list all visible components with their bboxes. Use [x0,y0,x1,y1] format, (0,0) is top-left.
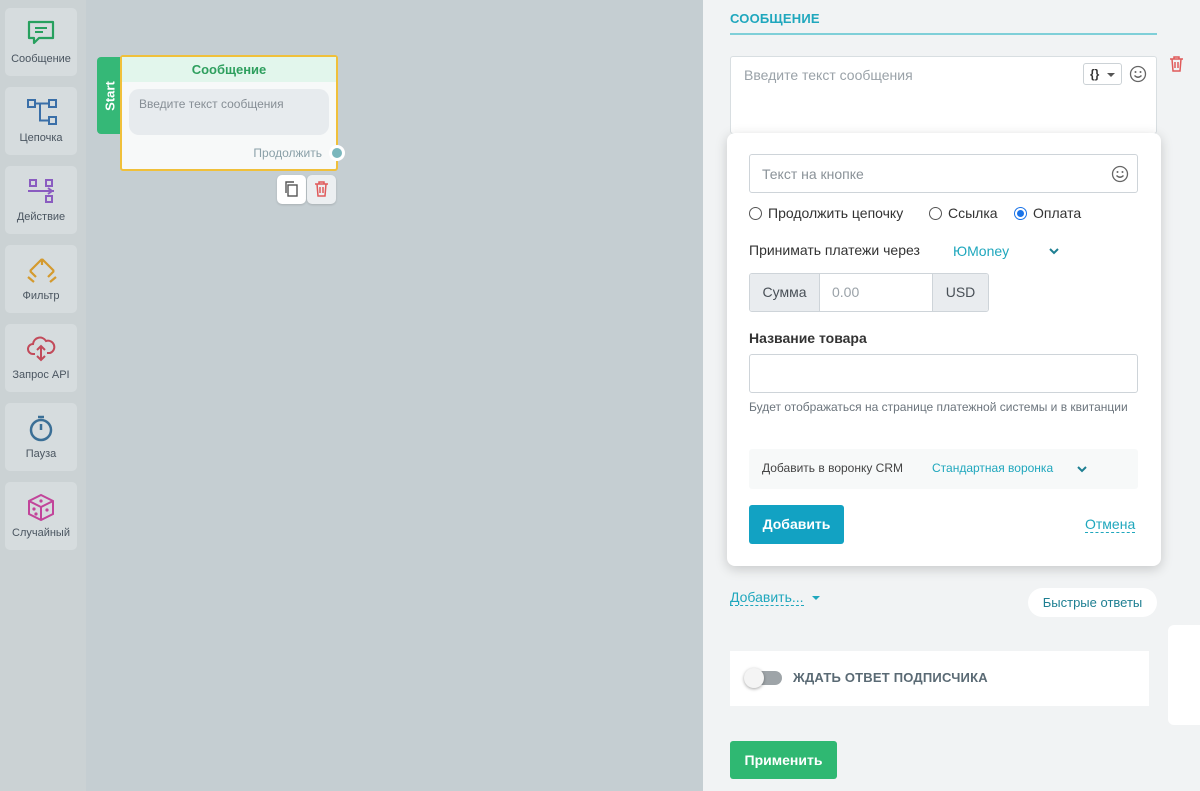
amount-input-group: Сумма 0.00 USD [749,273,989,312]
node-output-connector[interactable] [329,145,345,161]
toolbar-item-label: Цепочка [19,132,63,144]
cancel-link[interactable]: Отмена [1085,516,1136,533]
side-panel-edge [1168,625,1200,725]
button-text-placeholder: Текст на кнопке [762,166,864,182]
api-cloud-icon [27,336,56,362]
insert-variable-button[interactable]: {} [1083,63,1122,85]
toolbar-item-label: Пауза [25,448,57,460]
product-name-help: Будет отображаться на странице платежной… [749,400,1128,414]
crm-funnel-row: Добавить в воронку CRM Стандартная ворон… [749,449,1138,489]
action-icon [28,179,54,203]
toolbar-item-chain[interactable]: Цепочка [5,87,77,155]
button-text-input[interactable]: Текст на кнопке [749,154,1138,193]
product-name-input[interactable] [749,354,1138,393]
message-node[interactable]: Сообщение Введите текст сообщения Продол… [120,55,345,171]
message-icon [27,20,55,45]
radio-circle[interactable] [749,207,762,220]
wait-reply-label: ЖДАТЬ ОТВЕТ ПОДПИСЧИКА [793,670,988,685]
product-name-label: Название товара [749,330,867,346]
message-textarea[interactable]: Введите текст сообщения {} [730,56,1157,134]
toolbar-item-random[interactable]: Случайный [5,482,77,550]
toolbar-item-label: Сообщение [11,53,71,65]
radio-circle-selected[interactable] [1014,207,1027,220]
amount-input[interactable]: 0.00 [820,274,933,311]
payment-provider-select[interactable]: ЮMoney [953,243,1009,259]
currency-label: USD [932,274,988,311]
add-button[interactable]: Добавить [749,505,844,544]
chevron-down-icon[interactable] [1048,247,1060,255]
toolbar-item-action[interactable]: Действие [5,166,77,234]
radio-label: Ссылка [948,205,998,221]
copy-icon [285,181,298,197]
emoji-icon[interactable] [1111,165,1129,183]
toolbar-item-label: Запрос API [12,369,70,381]
chevron-down-icon[interactable] [1076,465,1088,473]
chain-icon [27,99,57,125]
message-settings-panel: СООБЩЕНИЕ Введите текст сообщения {} Тек… [703,0,1200,791]
message-placeholder: Введите текст сообщения [744,67,913,83]
panel-title: СООБЩЕНИЕ [730,11,820,26]
radio-label: Оплата [1033,205,1082,221]
button-editor-popup: Текст на кнопке Продолжить цепочку Ссылк… [727,133,1161,566]
toolbar-item-api[interactable]: Запрос API [5,324,77,392]
dice-icon [28,493,54,522]
timer-icon [29,415,53,442]
start-label: Start [102,80,118,111]
delete-message-icon[interactable] [1169,56,1184,72]
crm-funnel-label: Добавить в воронку CRM [762,461,904,475]
node-title: Сообщение [122,57,336,82]
toolbar-item-label: Действие [16,211,66,223]
duplicate-node-button[interactable] [277,175,306,204]
apply-button[interactable]: Применить [730,741,837,779]
crm-funnel-select[interactable]: Стандартная воронка [932,461,1053,475]
block-toolbar: Сообщение Цепочка Действие Фильтр Запрос… [0,0,86,791]
node-text-placeholder[interactable]: Введите текст сообщения [129,89,329,135]
toolbar-item-filter[interactable]: Фильтр [5,245,77,313]
trash-icon [315,181,328,197]
delete-node-button[interactable] [307,175,336,204]
caret-down-icon[interactable] [812,596,820,600]
payment-provider-label: Принимать платежи через [749,242,920,258]
emoji-icon[interactable] [1129,65,1147,83]
wait-reply-toggle[interactable] [744,668,782,688]
toolbar-item-label: Фильтр [22,290,60,302]
caret-down-icon [1107,73,1115,77]
toolbar-item-pause[interactable]: Пауза [5,403,77,471]
quick-replies-button[interactable]: Быстрые ответы [1028,588,1157,617]
toolbar-item-message[interactable]: Сообщение [5,8,77,76]
radio-label: Продолжить цепочку [768,205,904,221]
panel-title-divider [730,33,1157,35]
add-more-dropdown[interactable]: Добавить... [730,589,804,606]
wait-reply-row: ЖДАТЬ ОТВЕТ ПОДПИСЧИКА [730,651,1149,706]
variable-braces-icon: {} [1090,67,1100,81]
toolbar-item-label: Случайный [12,527,70,539]
amount-label: Сумма [750,274,820,311]
node-continue-label: Продолжить [253,146,322,160]
filter-icon [27,258,57,283]
radio-circle[interactable] [929,207,942,220]
